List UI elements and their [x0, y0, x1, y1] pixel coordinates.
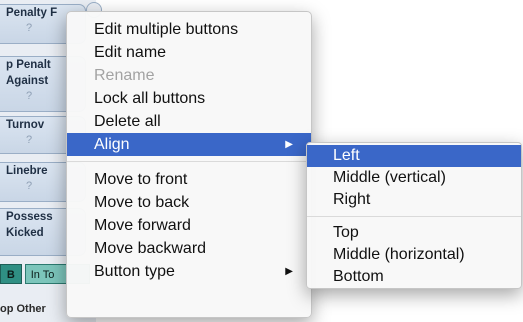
menu-item-label: Edit multiple buttons	[94, 21, 239, 38]
submenu-item-top[interactable]: Top	[307, 222, 521, 244]
tab-b[interactable]: B	[0, 264, 22, 284]
submenu-item-label: Left	[333, 147, 360, 164]
menu-item-label: Button type	[94, 263, 175, 280]
menu-item-move-to-back[interactable]: Move to back	[67, 191, 311, 214]
menu-item-edit-multiple-buttons[interactable]: Edit multiple buttons	[67, 18, 311, 41]
menu-item-label: Rename	[94, 67, 155, 84]
menu-item-label: Edit name	[94, 44, 167, 61]
submenu-item-label: Right	[333, 191, 371, 208]
submenu-item-label: Middle (horizontal)	[333, 246, 465, 263]
submenu-item-right[interactable]: Right	[307, 189, 521, 211]
align-submenu: Left Middle (vertical) Right Top Middle …	[306, 142, 522, 289]
menu-item-label: Move to front	[94, 171, 188, 188]
submenu-item-middle-horizontal[interactable]: Middle (horizontal)	[307, 244, 521, 266]
menu-item-label: Move backward	[94, 240, 207, 257]
menu-item-move-to-front[interactable]: Move to front	[67, 168, 311, 191]
bottom-label: op Other	[0, 303, 46, 315]
menu-item-delete-all[interactable]: Delete all	[67, 110, 311, 133]
menu-item-lock-all-buttons[interactable]: Lock all buttons	[67, 87, 311, 110]
menu-item-rename: Rename	[67, 64, 311, 87]
submenu-item-middle-vertical[interactable]: Middle (vertical)	[307, 167, 521, 189]
menu-item-label: Move to back	[94, 194, 190, 211]
menu-item-label: Lock all buttons	[94, 90, 206, 107]
submenu-item-label: Top	[333, 224, 359, 241]
menu-item-label: Move forward	[94, 217, 191, 234]
context-menu: Edit multiple buttons Edit name Rename L…	[66, 11, 312, 318]
submenu-arrow-icon: ▶	[285, 139, 293, 150]
submenu-item-label: Bottom	[333, 268, 384, 285]
menu-item-label: Delete all	[94, 113, 161, 130]
submenu-separator	[307, 216, 521, 217]
menu-item-button-type[interactable]: Button type ▶	[67, 260, 311, 283]
menu-item-edit-name[interactable]: Edit name	[67, 41, 311, 64]
menu-item-align[interactable]: Align ▶	[67, 133, 311, 156]
submenu-item-left[interactable]: Left	[307, 145, 521, 167]
menu-item-move-backward[interactable]: Move backward	[67, 237, 311, 260]
menu-item-move-forward[interactable]: Move forward	[67, 214, 311, 237]
submenu-item-bottom[interactable]: Bottom	[307, 266, 521, 288]
menu-separator	[67, 161, 311, 162]
submenu-arrow-icon: ▶	[285, 266, 293, 277]
submenu-item-label: Middle (vertical)	[333, 169, 446, 186]
screen: Penalty F ? p Penalt Against ? Turnov ? …	[0, 0, 523, 322]
menu-item-label: Align	[94, 136, 130, 153]
